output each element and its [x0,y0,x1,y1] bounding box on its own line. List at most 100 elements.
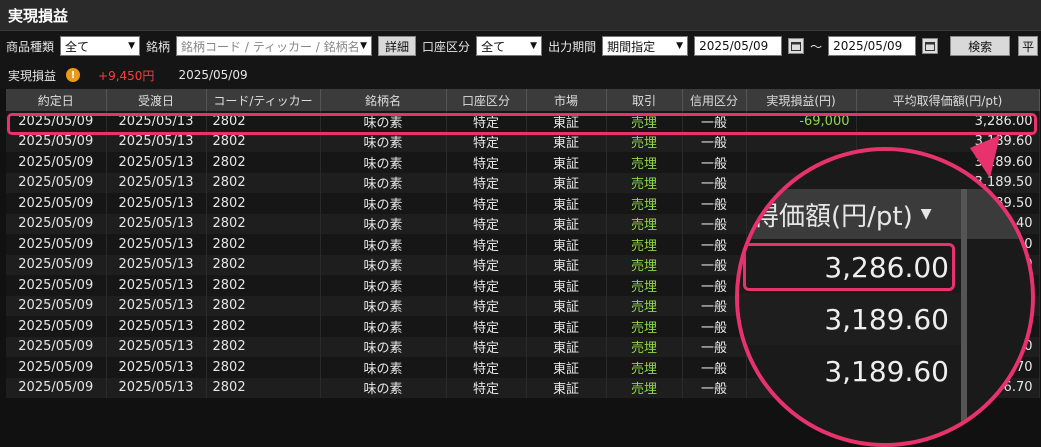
table-cell: 2025/05/13 [106,316,207,337]
date-to-input[interactable]: 2025/05/09 [828,36,917,56]
table-cell: 売埋 [606,213,683,234]
table-cell: 2025/05/13 [106,193,207,214]
column-header[interactable]: 実現損益(円) [746,89,857,111]
column-header[interactable]: 信用区分 [682,89,747,111]
column-header[interactable]: 取引 [606,89,683,111]
table-cell: 味の素 [320,377,447,398]
zoom-value: 3,189.60 [824,354,949,388]
table-cell: 特定 [446,357,527,378]
table-cell: 特定 [446,295,527,316]
period-select[interactable]: 期間指定 ▼ [602,36,689,56]
extra-button[interactable]: 平 [1018,36,1039,56]
table-cell: 味の素 [320,316,447,337]
table-cell: 2802 [206,193,321,214]
zoom-column-divider [961,189,967,443]
table-cell: 2025/05/09 [6,254,107,275]
table-cell: 特定 [446,152,527,173]
table-cell: 味の素 [320,213,447,234]
table-cell: 特定 [446,213,527,234]
table-cell: 2802 [206,377,321,398]
table-cell: 東証 [526,357,607,378]
realized-pl-value: +9,450円 [98,68,155,83]
calendar-icon[interactable] [788,38,805,54]
chevron-down-icon: ▼ [128,41,136,51]
window-title: 実現損益 [0,0,1041,31]
table-cell: 2025/05/09 [6,193,107,214]
table-cell: 2025/05/13 [106,213,207,234]
chevron-down-icon: ▼ [920,206,932,222]
table-cell: 東証 [526,316,607,337]
column-header[interactable]: 受渡日 [106,89,207,111]
column-header[interactable]: 銘柄名 [320,89,447,111]
detail-button[interactable]: 詳細 [378,36,417,56]
summary-date: 2025/05/09 [178,68,248,82]
table-cell: 味の素 [320,295,447,316]
table-cell: 2025/05/13 [106,377,207,398]
table-cell: 2802 [206,172,321,193]
calendar-icon[interactable] [922,38,939,54]
table-cell: 特定 [446,275,527,296]
brand-search-input[interactable]: 銘柄コード / ティッカー / 銘柄名 ▼ [176,36,373,56]
table-cell: 特定 [446,377,527,398]
table-cell: 2025/05/13 [106,275,207,296]
table-cell: 特定 [446,193,527,214]
filter-bar: 商品種類 全て ▼ 銘柄 銘柄コード / ティッカー / 銘柄名 ▼ 詳細 口座… [0,31,1041,61]
column-header[interactable]: コード/ティッカー [206,89,321,111]
table-cell: 2025/05/09 [6,234,107,255]
column-header[interactable]: 平均取得価額(円/pt) [856,89,1040,111]
table-cell: 2025/05/13 [106,336,207,357]
table-cell: 東証 [526,234,607,255]
table-cell: 東証 [526,377,607,398]
table-cell: 2025/05/09 [6,357,107,378]
zoom-column-header: 得価額(円/pt) ▼ [739,189,1031,239]
table-header-row: 約定日 受渡日 コード/ティッカー 銘柄名 口座区分 市場 取引 信用区分 実現… [6,89,1040,111]
table-cell: 2025/05/09 [6,336,107,357]
table-cell: 2025/05/09 [6,275,107,296]
table-cell: 味の素 [320,234,447,255]
table-cell: 東証 [526,295,607,316]
table-cell: 売埋 [606,275,683,296]
date-from-input[interactable]: 2025/05/09 [694,36,783,56]
search-button[interactable]: 検索 [950,36,1011,56]
brand-placeholder: 銘柄コード / ティッカー / 銘柄名 [181,39,360,54]
chevron-down-icon: ▼ [360,41,368,51]
table-cell: 2802 [206,213,321,234]
column-header[interactable]: 約定日 [6,89,107,111]
table-cell: 2025/05/09 [6,213,107,234]
table-cell: 2802 [206,275,321,296]
period-label: 出力期間 [548,39,597,54]
product-type-select[interactable]: 全て ▼ [60,36,141,56]
table-cell: 東証 [526,213,607,234]
table-cell: 東証 [526,193,607,214]
table-cell: 特定 [446,316,527,337]
table-cell: 2802 [206,254,321,275]
table-cell: 味の素 [320,357,447,378]
column-header[interactable]: 市場 [526,89,607,111]
table-cell: 東証 [526,152,607,173]
table-cell: 売埋 [606,193,683,214]
table-cell: 2025/05/13 [106,234,207,255]
table-cell: 2025/05/13 [106,172,207,193]
warning-icon[interactable]: ! [66,68,81,82]
account-type-label: 口座区分 [422,39,471,54]
table-cell: 2802 [206,234,321,255]
period-value: 期間指定 [607,39,656,54]
table-cell: 売埋 [606,336,683,357]
table-cell: 味の素 [320,193,447,214]
chevron-down-icon: ▼ [676,41,684,51]
column-header[interactable]: 口座区分 [446,89,527,111]
account-type-value: 全て [481,39,506,54]
table-cell: 2025/05/13 [106,254,207,275]
table-cell: 売埋 [606,316,683,337]
table-cell: 特定 [446,172,527,193]
date-range-separator: ～ [810,39,823,54]
chevron-down-icon: ▼ [530,41,538,51]
table-cell: 味の素 [320,152,447,173]
table-cell: 東証 [526,275,607,296]
row-highlight-box [7,113,1037,135]
account-type-select[interactable]: 全て ▼ [476,36,543,56]
brand-label: 銘柄 [146,39,171,54]
table-cell: 2025/05/13 [106,152,207,173]
table-cell: 東証 [526,172,607,193]
product-type-label: 商品種類 [6,39,55,54]
